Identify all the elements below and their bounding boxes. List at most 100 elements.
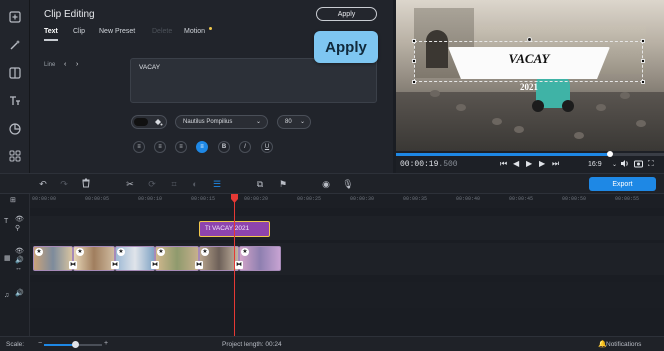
speaker-icon[interactable]: 🔊 bbox=[15, 289, 24, 297]
timeline-tracks[interactable] bbox=[30, 208, 664, 336]
undo-icon[interactable]: ↶ bbox=[37, 178, 49, 190]
zoom-out-icon[interactable]: − bbox=[38, 340, 42, 347]
tab-clip[interactable]: Clip bbox=[73, 28, 85, 35]
eye-icon[interactable]: 👁 bbox=[15, 215, 24, 223]
timeline-ruler[interactable]: 00:00:00 00:00:05 00:00:10 00:00:15 00:0… bbox=[30, 194, 664, 208]
transition-icon[interactable]: ⧓ bbox=[69, 261, 77, 269]
stickers-icon[interactable] bbox=[8, 122, 22, 136]
rotate-handle[interactable] bbox=[527, 37, 532, 42]
new-indicator-dot bbox=[209, 27, 212, 30]
fullscreen-icon[interactable]: ⛶ bbox=[648, 159, 654, 169]
underline-icon[interactable]: U bbox=[261, 141, 273, 153]
scene-ground bbox=[396, 92, 664, 151]
trash-icon[interactable] bbox=[80, 178, 92, 190]
volume-icon[interactable] bbox=[620, 159, 629, 170]
apply-button[interactable]: Apply bbox=[316, 7, 377, 21]
export-button[interactable]: Export bbox=[589, 177, 656, 191]
ruler-tick: 00:00:40 bbox=[456, 196, 481, 202]
ruler-tick: 00:00:45 bbox=[509, 196, 534, 202]
chevron-down-icon: ⌄ bbox=[255, 119, 261, 125]
ruler-tick: 00:00:50 bbox=[562, 196, 587, 202]
titles-icon[interactable] bbox=[8, 94, 22, 108]
microphone-icon[interactable]: 🎙 bbox=[342, 178, 354, 190]
link-icon[interactable]: ↔ bbox=[15, 265, 22, 272]
speaker-icon[interactable]: 🔊 bbox=[15, 256, 24, 264]
italic-icon[interactable]: I bbox=[239, 141, 251, 153]
ruler-tick: 00:00:25 bbox=[297, 196, 322, 202]
rotate-icon: ⟳ bbox=[148, 179, 156, 189]
eye-icon[interactable]: 👁 bbox=[15, 247, 24, 255]
scale-slider-knob[interactable] bbox=[72, 341, 79, 348]
highlight-icon[interactable]: ◉ bbox=[320, 178, 332, 190]
clip-properties-icon[interactable]: ☰ bbox=[211, 178, 223, 190]
clip-star-icon: ★ bbox=[76, 248, 84, 256]
transition-icon[interactable]: ⧓ bbox=[235, 261, 243, 269]
color-picker[interactable] bbox=[131, 115, 167, 129]
resize-handle[interactable] bbox=[641, 59, 645, 63]
redo-icon: ↷ bbox=[60, 179, 68, 189]
track-headers: ⊞ T 👁 ⚲ ▦ 👁 🔊 ↔ ♫ 🔊 bbox=[0, 194, 30, 336]
font-select[interactable]: Nautilus Pompilius ⌄ bbox=[175, 115, 268, 129]
ruler-tick: 00:00:15 bbox=[191, 196, 216, 202]
magic-wand-icon[interactable] bbox=[8, 38, 22, 52]
chevron-right-icon[interactable]: › bbox=[76, 61, 78, 68]
scene-pigeon bbox=[492, 118, 502, 125]
tab-new-preset[interactable]: New Preset bbox=[99, 28, 135, 35]
more-tools-icon[interactable] bbox=[8, 149, 22, 163]
align-justify-icon[interactable]: ≡ bbox=[196, 141, 208, 153]
tab-motion[interactable]: Motion bbox=[184, 28, 205, 35]
title-text-input[interactable]: VACAY bbox=[130, 58, 377, 103]
snapshot-icon[interactable] bbox=[634, 159, 643, 170]
playback-progress[interactable] bbox=[396, 151, 664, 157]
playhead-line[interactable] bbox=[234, 200, 235, 336]
align-center-icon[interactable]: ≡ bbox=[154, 141, 166, 153]
video-preview[interactable]: VACAY 2021 bbox=[396, 0, 664, 151]
skip-back-icon[interactable]: ⏮ bbox=[500, 159, 507, 169]
project-length: Project length: 00:24 bbox=[222, 341, 282, 348]
preview-frame: VACAY 2021 bbox=[396, 0, 664, 151]
ruler-tick: 00:00:35 bbox=[403, 196, 428, 202]
transitions-icon[interactable] bbox=[8, 66, 22, 80]
panel-title: Clip Editing bbox=[44, 9, 95, 20]
transition-icon[interactable]: ⧓ bbox=[151, 261, 159, 269]
apply-tooltip[interactable]: Apply bbox=[314, 31, 378, 63]
left-toolbar bbox=[0, 0, 30, 173]
transition-icon[interactable]: ⧓ bbox=[111, 261, 119, 269]
step-back-icon[interactable]: ◀ bbox=[513, 159, 519, 168]
tab-text[interactable]: Text bbox=[44, 28, 58, 35]
add-track-icon[interactable]: ⊞ bbox=[10, 196, 16, 204]
play-icon[interactable]: ▶ bbox=[526, 159, 532, 168]
cut-icon[interactable]: ✂ bbox=[124, 178, 136, 190]
resize-handle[interactable] bbox=[412, 59, 416, 63]
color-swatch bbox=[134, 118, 148, 126]
font-size-select[interactable]: 80 ⌄ bbox=[277, 115, 311, 129]
marker-flag-icon[interactable]: ⚑ bbox=[277, 178, 289, 190]
transition-icon[interactable]: ⧓ bbox=[195, 261, 203, 269]
bold-icon[interactable]: B bbox=[218, 141, 230, 153]
scene-pigeon bbox=[636, 120, 646, 127]
ruler-tick: 00:00:00 bbox=[32, 196, 57, 202]
timeline-toolbar: ↶ ↷ ✂ ⟳ ⌗ ◐ ☰ ⧉ ⚑ ◉ 🎙 Export bbox=[0, 173, 664, 194]
align-left-icon[interactable]: ≡ bbox=[133, 141, 145, 153]
lock-icon[interactable]: ⚲ bbox=[15, 224, 20, 232]
import-icon[interactable] bbox=[8, 10, 22, 24]
title-selection-frame[interactable] bbox=[414, 41, 643, 82]
ruler-tick: 00:00:10 bbox=[138, 196, 163, 202]
step-forward-icon[interactable]: ▶ bbox=[539, 159, 545, 168]
ruler-tick: 00:00:30 bbox=[350, 196, 375, 202]
notifications-link[interactable]: Notifications bbox=[606, 341, 641, 348]
overlay-icon[interactable]: ⧉ bbox=[254, 178, 266, 190]
align-right-icon[interactable]: ≡ bbox=[175, 141, 187, 153]
chevron-down-icon[interactable]: ⌄ bbox=[612, 161, 617, 168]
playback-knob[interactable] bbox=[607, 151, 614, 157]
skip-forward-icon[interactable]: ⏭ bbox=[552, 159, 559, 169]
text-track-icon: T bbox=[4, 218, 9, 225]
resize-handle[interactable] bbox=[412, 39, 416, 43]
resize-handle[interactable] bbox=[641, 39, 645, 43]
chevron-left-icon[interactable]: ‹ bbox=[64, 61, 66, 68]
zoom-in-icon[interactable]: + bbox=[104, 340, 108, 347]
scene-wheel bbox=[562, 100, 574, 112]
resize-handle[interactable] bbox=[412, 80, 416, 84]
aspect-ratio-select[interactable]: 16:9 bbox=[588, 161, 602, 168]
resize-handle[interactable] bbox=[641, 80, 645, 84]
